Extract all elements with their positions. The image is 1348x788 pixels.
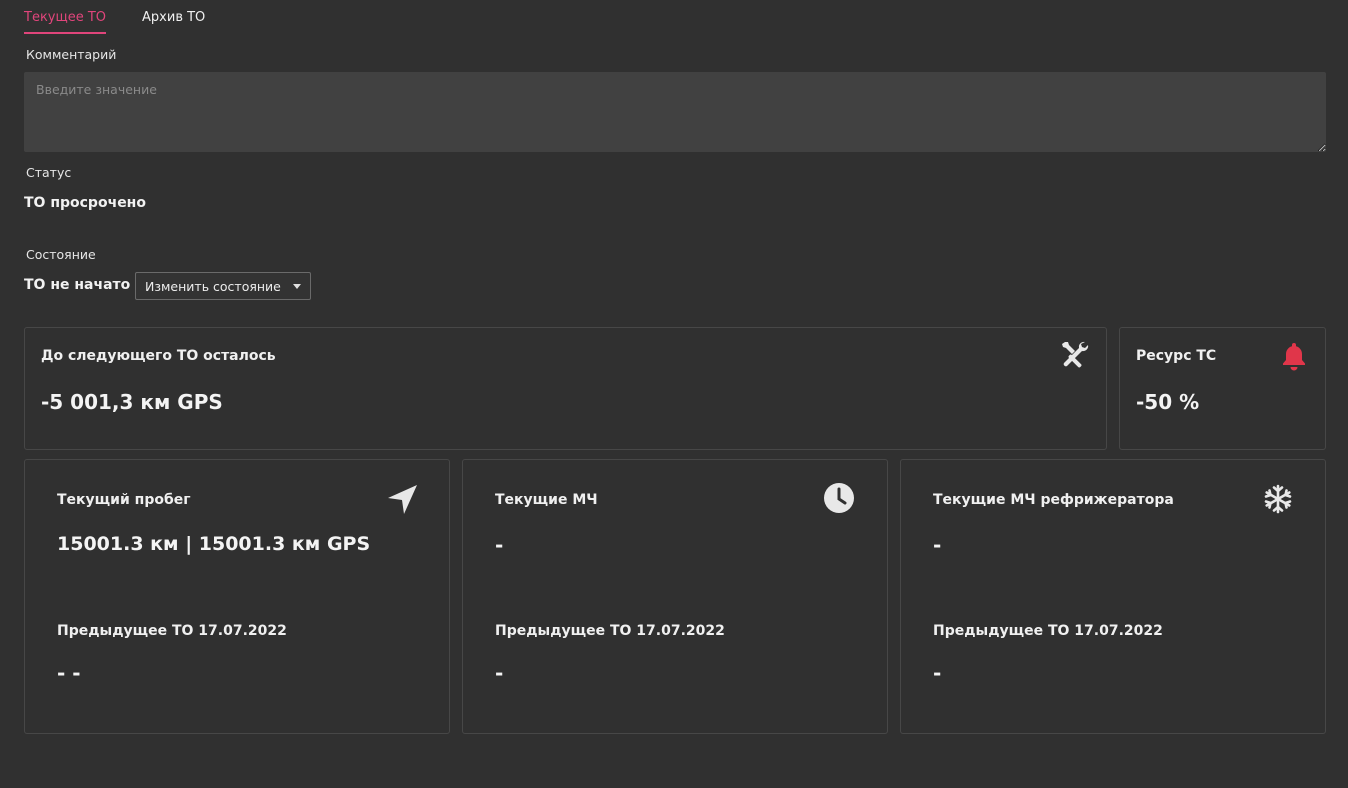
fridge-hours-prev-label: Предыдущее ТО 17.07.2022 [933, 623, 1163, 639]
tools-icon [1062, 341, 1089, 368]
caret-down-icon [292, 283, 301, 289]
next-service-title: До следующего ТО осталось [41, 348, 276, 364]
snowflake-icon [1264, 484, 1292, 514]
resource-title: Ресурс ТС [1136, 348, 1217, 364]
mileage-prev-label: Предыдущее ТО 17.07.2022 [57, 623, 287, 639]
clock-icon [824, 483, 854, 513]
mileage-prev-value: - - [57, 661, 81, 685]
engine-hours-prev-value: - [495, 661, 504, 685]
bell-icon [1283, 343, 1305, 371]
resource-value: -50 % [1136, 390, 1200, 414]
engine-hours-prev-label: Предыдущее ТО 17.07.2022 [495, 623, 725, 639]
mileage-title: Текущий пробег [57, 492, 191, 508]
mileage-card: Текущий пробег 15001.3 км | 15001.3 км G… [24, 459, 450, 734]
resource-card: Ресурс ТС -50 % [1119, 327, 1326, 450]
next-service-value: -5 001,3 км GPS [41, 390, 223, 414]
navigation-arrow-icon [388, 485, 417, 514]
comment-input[interactable] [24, 72, 1326, 152]
change-state-dropdown[interactable]: Изменить состояние [135, 272, 311, 300]
state-label: Состояние [26, 247, 96, 262]
mileage-value: 15001.3 км | 15001.3 км GPS [57, 533, 371, 555]
status-label: Статус [26, 165, 72, 180]
fridge-hours-prev-value: - [933, 661, 942, 685]
tab-service-archive[interactable]: Архив ТО [142, 0, 205, 34]
fridge-hours-title: Текущие МЧ рефрижератора [933, 492, 1174, 508]
engine-hours-title: Текущие МЧ [495, 492, 598, 508]
change-state-label: Изменить состояние [145, 278, 281, 294]
status-value: ТО просрочено [24, 195, 146, 211]
maintenance-page: Текущее ТО Архив ТО Комментарий Статус Т… [0, 0, 1348, 788]
state-value: ТО не начато [24, 277, 131, 293]
fridge-hours-value: - [933, 533, 942, 557]
engine-hours-card: Текущие МЧ - Предыдущее ТО 17.07.2022 - [462, 459, 888, 734]
engine-hours-value: - [495, 533, 504, 557]
next-service-card: До следующего ТО осталось -5 001,3 км GP… [24, 327, 1107, 450]
tab-current-service[interactable]: Текущее ТО [24, 0, 107, 34]
comment-label: Комментарий [26, 47, 117, 62]
tab-bar: Текущее ТО Архив ТО [24, 0, 205, 36]
fridge-hours-card: Текущие МЧ рефрижератора - Предыдущее ТО… [900, 459, 1326, 734]
